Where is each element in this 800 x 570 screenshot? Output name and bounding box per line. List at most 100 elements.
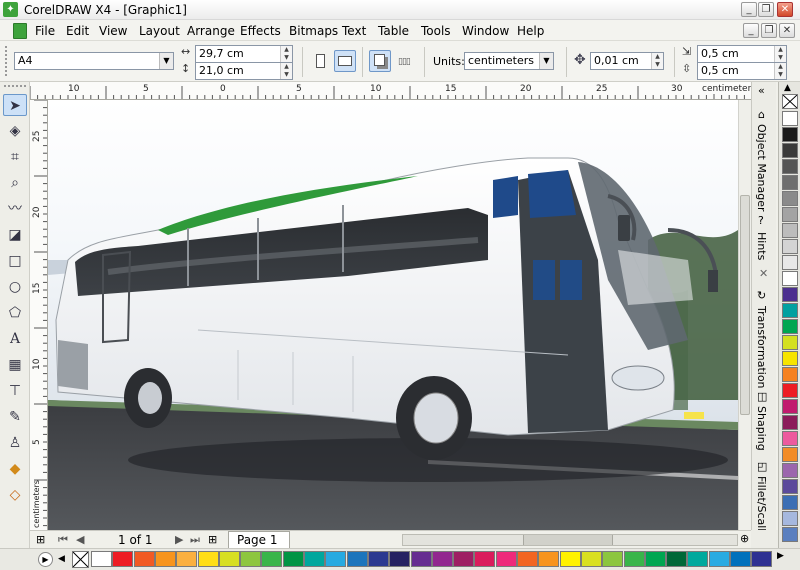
nudge-field[interactable]: 0,01 cm ▲ ▼ bbox=[590, 52, 664, 70]
first-page-icon[interactable]: ⏮ bbox=[58, 533, 68, 547]
interactive-blend-icon[interactable]: ⊤ bbox=[3, 380, 27, 402]
duplicate-x-field[interactable]: 0,5 cm ▲ ▼ bbox=[697, 45, 787, 63]
menu-file[interactable]: File bbox=[35, 24, 55, 38]
zoom-icon[interactable]: ⊕ bbox=[740, 532, 749, 545]
scroll-up-icon[interactable]: ▲ bbox=[784, 83, 791, 93]
color-swatch[interactable] bbox=[240, 551, 262, 567]
height-spinner[interactable]: ▲ ▼ bbox=[280, 63, 292, 79]
arrow-right-icon[interactable]: ▶ bbox=[38, 552, 53, 567]
color-swatch[interactable] bbox=[112, 551, 134, 567]
close-button[interactable]: ✕ bbox=[777, 2, 793, 17]
color-swatch[interactable] bbox=[782, 159, 798, 174]
add-page-icon[interactable]: ⊞ bbox=[36, 533, 45, 546]
color-swatch[interactable] bbox=[782, 127, 798, 142]
color-swatch[interactable] bbox=[708, 551, 730, 567]
color-swatch[interactable] bbox=[666, 551, 688, 567]
color-swatch[interactable] bbox=[282, 551, 304, 567]
color-swatch[interactable] bbox=[782, 223, 798, 238]
freehand-tool-icon[interactable]: 〰 bbox=[3, 198, 27, 220]
width-field[interactable]: 29,7 cm ▲ ▼ bbox=[195, 45, 293, 63]
restore-button[interactable]: ❐ bbox=[758, 2, 774, 17]
menu-arrange[interactable]: Arrange bbox=[187, 24, 235, 38]
color-swatch[interactable] bbox=[782, 271, 798, 286]
palette-right-icon[interactable]: ▶ bbox=[777, 551, 784, 561]
doc-minimize-button[interactable]: _ bbox=[743, 23, 759, 38]
no-color-swatch[interactable] bbox=[72, 551, 89, 568]
color-swatch[interactable] bbox=[325, 551, 347, 567]
color-swatch[interactable] bbox=[782, 143, 798, 158]
color-swatch[interactable] bbox=[154, 551, 176, 567]
landscape-button[interactable] bbox=[334, 50, 356, 72]
color-swatch[interactable] bbox=[538, 551, 560, 567]
polygon-tool-icon[interactable]: ⬠ bbox=[3, 302, 27, 324]
color-swatch[interactable] bbox=[782, 431, 798, 446]
color-swatch[interactable] bbox=[782, 351, 798, 366]
menu-bitmaps[interactable]: Bitmaps bbox=[289, 24, 338, 38]
prev-page-icon[interactable]: ◀ bbox=[76, 533, 84, 546]
color-swatch[interactable] bbox=[687, 551, 709, 567]
color-swatch[interactable] bbox=[782, 495, 798, 510]
color-swatch[interactable] bbox=[782, 527, 798, 542]
duplicate-y-spinner[interactable]: ▲ ▼ bbox=[774, 63, 786, 79]
collapse-icon[interactable]: « bbox=[758, 84, 765, 97]
color-swatch[interactable] bbox=[782, 479, 798, 494]
duplicate-y-field[interactable]: 0,5 cm ▲ ▼ bbox=[697, 62, 787, 80]
minimize-button[interactable]: _ bbox=[741, 2, 757, 17]
color-swatch[interactable] bbox=[495, 551, 517, 567]
color-swatch[interactable] bbox=[453, 551, 475, 567]
color-swatch[interactable] bbox=[782, 303, 798, 318]
doc-restore-button[interactable]: ❐ bbox=[761, 23, 777, 38]
color-swatch[interactable] bbox=[751, 551, 773, 567]
interactive-fill-icon[interactable]: ◇ bbox=[3, 484, 27, 506]
width-spinner[interactable]: ▲ ▼ bbox=[280, 46, 292, 62]
menu-window[interactable]: Window bbox=[462, 24, 509, 38]
zoom-tool-icon[interactable]: ⌕ bbox=[3, 172, 27, 194]
color-swatch[interactable] bbox=[218, 551, 240, 567]
nudge-spinner[interactable]: ▲ ▼ bbox=[651, 53, 663, 69]
menu-table[interactable]: Table bbox=[378, 24, 409, 38]
color-swatch[interactable] bbox=[346, 551, 368, 567]
color-swatch[interactable] bbox=[782, 399, 798, 414]
color-swatch[interactable] bbox=[517, 551, 538, 567]
color-swatch[interactable] bbox=[782, 383, 798, 398]
color-swatch[interactable] bbox=[782, 175, 798, 190]
color-swatch[interactable] bbox=[474, 551, 496, 567]
tab-shaping[interactable]: Shaping bbox=[755, 406, 768, 451]
scroll-thumb[interactable] bbox=[740, 195, 750, 415]
pick-tool-icon[interactable]: ➤ bbox=[3, 94, 27, 116]
color-swatch[interactable] bbox=[261, 551, 283, 567]
color-swatch[interactable] bbox=[176, 551, 198, 567]
menu-view[interactable]: View bbox=[99, 24, 127, 38]
tab-object-manager[interactable]: Object Manager bbox=[755, 124, 768, 212]
eyedropper-tool-icon[interactable]: ✎ bbox=[3, 406, 27, 428]
color-swatch[interactable] bbox=[580, 551, 602, 567]
fill-tool-icon[interactable]: ◆ bbox=[3, 458, 27, 480]
color-swatch[interactable] bbox=[133, 551, 155, 567]
palette-left-icon[interactable]: ◀ bbox=[58, 552, 68, 567]
vertical-scrollbar[interactable] bbox=[738, 100, 751, 530]
color-swatch[interactable] bbox=[431, 551, 453, 567]
last-page-icon[interactable]: ⏭ bbox=[190, 533, 200, 547]
menu-text[interactable]: Text bbox=[342, 24, 366, 38]
vertical-ruler[interactable]: 25 20 15 10 5 centimeters bbox=[30, 100, 48, 530]
color-swatch[interactable] bbox=[602, 551, 624, 567]
duplicate-x-spinner[interactable]: ▲ ▼ bbox=[774, 46, 786, 62]
color-swatch[interactable] bbox=[782, 511, 798, 526]
menu-help[interactable]: Help bbox=[517, 24, 544, 38]
doc-close-button[interactable]: ✕ bbox=[779, 23, 795, 38]
color-swatch[interactable] bbox=[91, 551, 112, 567]
shape-tool-icon[interactable]: ◈ bbox=[3, 120, 27, 142]
tab-hints[interactable]: Hints bbox=[755, 232, 768, 260]
color-swatch[interactable] bbox=[782, 239, 798, 254]
all-pages-button[interactable] bbox=[369, 50, 391, 72]
horizontal-ruler[interactable]: 10 5 0 5 10 15 20 25 30 centimeters bbox=[30, 82, 751, 100]
outline-tool-icon[interactable]: ♙ bbox=[3, 432, 27, 454]
paper-size-dropdown[interactable]: A4 ▼ bbox=[14, 52, 174, 70]
color-swatch[interactable] bbox=[782, 319, 798, 334]
color-swatch[interactable] bbox=[559, 551, 581, 567]
crop-tool-icon[interactable]: ⌗ bbox=[3, 146, 27, 168]
tab-transformation[interactable]: Transformation bbox=[755, 306, 768, 389]
add-page-icon[interactable]: ⊞ bbox=[208, 533, 217, 546]
color-swatch[interactable] bbox=[782, 415, 798, 430]
ellipse-tool-icon[interactable]: ○ bbox=[3, 276, 27, 298]
